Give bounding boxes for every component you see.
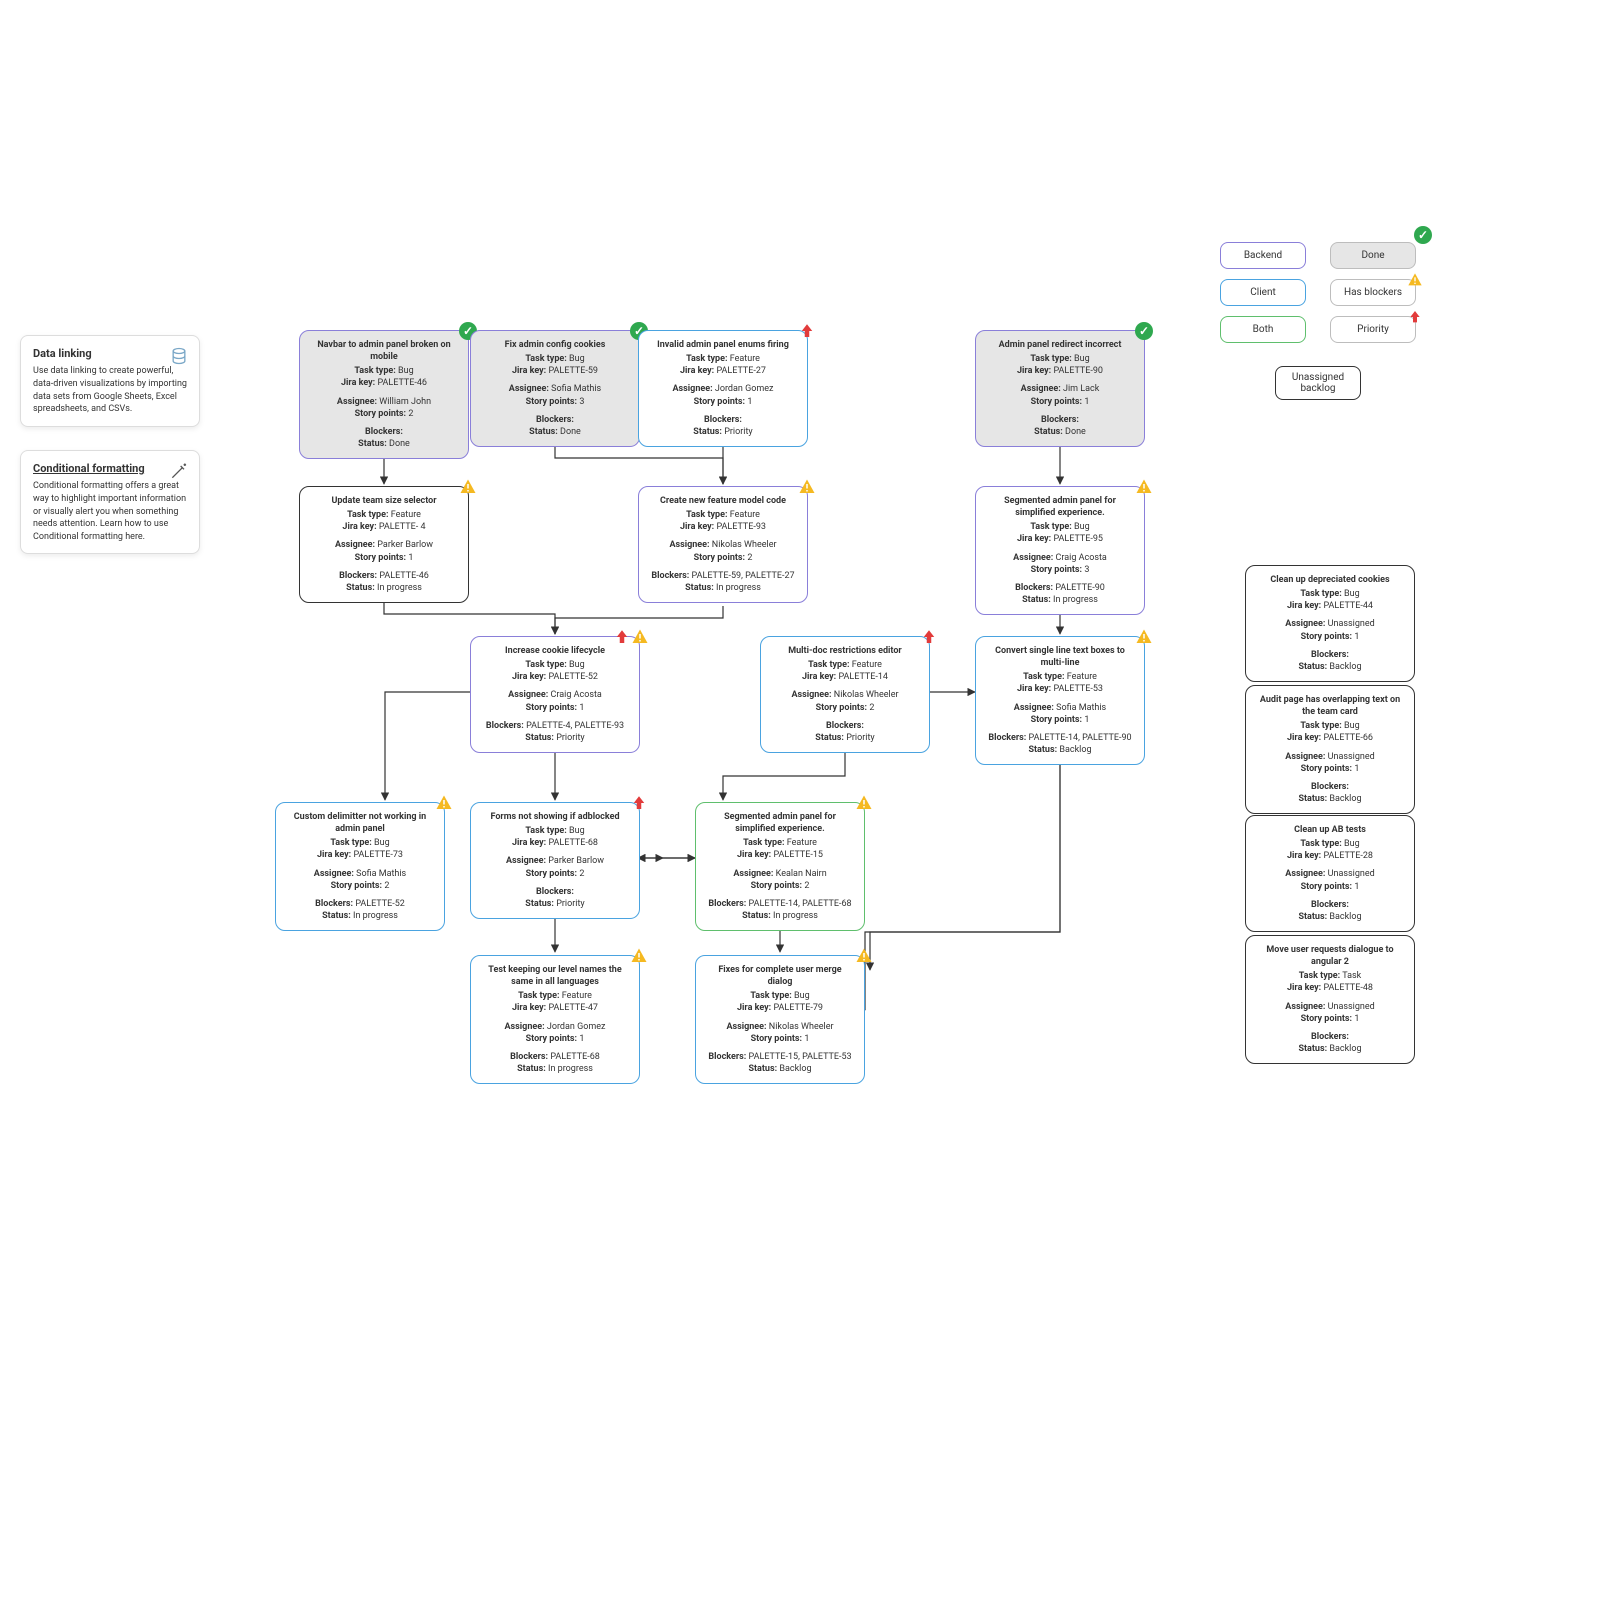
priority-icon bbox=[920, 628, 938, 646]
warning-icon bbox=[855, 794, 873, 812]
link-icon bbox=[169, 346, 189, 371]
card-p95[interactable]: Segmented admin panel for simplified exp… bbox=[975, 486, 1145, 615]
card-p53[interactable]: Convert single line text boxes to multi-… bbox=[975, 636, 1145, 765]
card-p47[interactable]: Test keeping our level names the same in… bbox=[470, 955, 640, 1084]
card-p59[interactable]: ✓ Fix admin config cookies Task type: Bu… bbox=[470, 330, 640, 447]
legend-client: Client bbox=[1220, 279, 1306, 306]
warning-icon bbox=[435, 794, 453, 812]
card-p4[interactable]: Update team size selector Task type: Fea… bbox=[299, 486, 469, 603]
priority-icon bbox=[613, 628, 631, 646]
card-p93[interactable]: Create new feature model code Task type:… bbox=[638, 486, 808, 603]
wand-icon bbox=[169, 461, 189, 486]
legend-done: Done ✓ bbox=[1330, 242, 1416, 269]
legend-right-col: Done ✓ Has blockers Priority bbox=[1330, 242, 1416, 343]
legend-left-col: Backend Client Both bbox=[1220, 242, 1306, 343]
legend-backend: Backend bbox=[1220, 242, 1306, 269]
priority-icon bbox=[1407, 309, 1423, 328]
legend-priority: Priority bbox=[1330, 316, 1416, 343]
info-conditional-formatting: Conditional formatting Conditional forma… bbox=[20, 450, 200, 554]
card-p79[interactable]: Fixes for complete user merge dialog Tas… bbox=[695, 955, 865, 1084]
warning-icon bbox=[1407, 272, 1423, 291]
priority-icon bbox=[630, 794, 648, 812]
card-p90[interactable]: ✓ Admin panel redirect incorrect Task ty… bbox=[975, 330, 1145, 447]
warning-icon bbox=[630, 947, 648, 965]
card-p28[interactable]: Clean up AB tests Task type: Bug Jira ke… bbox=[1245, 815, 1415, 932]
warning-icon bbox=[459, 478, 477, 496]
card-p46[interactable]: ✓ Navbar to admin panel broken on mobile… bbox=[299, 330, 469, 459]
warning-icon bbox=[855, 947, 873, 965]
warning-icon bbox=[798, 478, 816, 496]
card-p14[interactable]: Multi-doc restrictions editor Task type:… bbox=[760, 636, 930, 753]
info-data-linking: Data linking Use data linking to create … bbox=[20, 335, 200, 427]
priority-icon bbox=[798, 322, 816, 340]
card-p48[interactable]: Move user requests dialogue to angular 2… bbox=[1245, 935, 1415, 1064]
card-p15[interactable]: Segmented admin panel for simplified exp… bbox=[695, 802, 865, 931]
card-p73[interactable]: Custom delimitter not working in admin p… bbox=[275, 802, 445, 931]
card-p52[interactable]: Increase cookie lifecycle Task type: Bug… bbox=[470, 636, 640, 753]
info-heading: Conditional formatting bbox=[33, 461, 187, 476]
check-icon: ✓ bbox=[1135, 322, 1153, 340]
legend-unassigned: Unassigned backlog bbox=[1275, 366, 1361, 400]
info-heading: Data linking bbox=[33, 346, 187, 361]
legend-has-blockers: Has blockers bbox=[1330, 279, 1416, 306]
legend-both: Both bbox=[1220, 316, 1306, 343]
info-body: Use data linking to create powerful, dat… bbox=[33, 365, 187, 415]
warning-icon bbox=[631, 628, 649, 646]
card-p68[interactable]: Forms not showing if adblocked Task type… bbox=[470, 802, 640, 919]
warning-icon bbox=[1135, 478, 1153, 496]
info-body: Conditional formatting offers a great wa… bbox=[33, 480, 187, 543]
card-p44[interactable]: Clean up depreciated cookies Task type: … bbox=[1245, 565, 1415, 682]
card-p66[interactable]: Audit page has overlapping text on the t… bbox=[1245, 685, 1415, 814]
card-p27[interactable]: Invalid admin panel enums firing Task ty… bbox=[638, 330, 808, 447]
warning-icon bbox=[1135, 628, 1153, 646]
